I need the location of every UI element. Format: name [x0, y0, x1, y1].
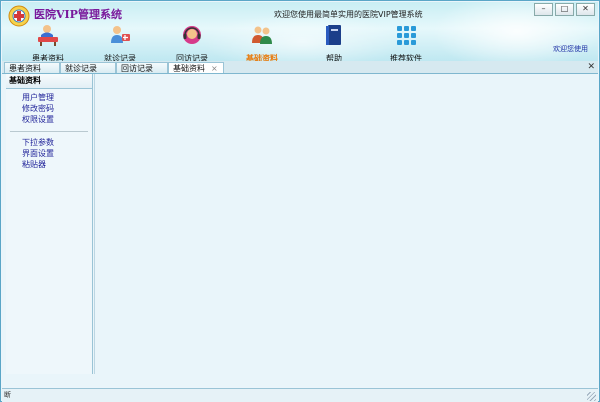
doctor-visit-icon: [111, 26, 130, 43]
tab-label: 患者资料: [9, 64, 41, 73]
content-area: 基础资料 用户管理 修改密码 权限设置 下拉参数 界面设置 粘贴器: [2, 74, 598, 387]
main-pane: [94, 74, 595, 374]
status-cell: 断: [4, 391, 11, 399]
nav-paster[interactable]: 粘贴器: [6, 159, 92, 170]
tab-label: 就诊记录: [65, 64, 97, 73]
toolbar-visit-button[interactable]: 就诊记录: [90, 23, 150, 61]
nav-dropdown-params[interactable]: 下拉参数: [6, 137, 92, 148]
minimize-button[interactable]: –: [534, 3, 553, 16]
toolbar-label: 回访记录: [176, 54, 208, 61]
headset-icon: [183, 26, 201, 44]
header-banner: 医院VIP管理系统 欢迎您使用最简单实用的医院VIP管理系统 – □ ✕ 患者资…: [2, 2, 598, 61]
toolbar-help-button[interactable]: 帮助: [304, 23, 364, 61]
panel-header: 基础资料: [6, 74, 92, 89]
app-window: 医院VIP管理系统 欢迎您使用最简单实用的医院VIP管理系统 – □ ✕ 患者资…: [0, 0, 600, 402]
toolbar-basic-button[interactable]: 基础资料: [232, 23, 292, 61]
welcome-text: 欢迎您使用最简单实用的医院VIP管理系统: [274, 10, 423, 19]
resize-grip-icon[interactable]: [587, 392, 596, 401]
nav-change-password[interactable]: 修改密码: [6, 103, 92, 114]
close-all-tabs-icon[interactable]: ✕: [587, 62, 595, 72]
toolbar-callback-button[interactable]: 回访记录: [162, 23, 222, 61]
close-button[interactable]: ✕: [576, 3, 595, 16]
left-nav-panel: 基础资料 用户管理 修改密码 权限设置 下拉参数 界面设置 粘贴器: [6, 74, 93, 374]
nav-ui-settings[interactable]: 界面设置: [6, 148, 92, 159]
help-book-icon: [326, 25, 341, 45]
tab-label: 回访记录: [121, 64, 153, 73]
toolbar-label: 患者资料: [32, 54, 64, 61]
toolbar-patient-button[interactable]: 患者资料: [18, 23, 78, 61]
toolbar-label: 就诊记录: [104, 54, 136, 61]
tab-label: 基础资料: [173, 64, 205, 73]
window-controls: – □ ✕: [534, 3, 595, 16]
patient-desk-icon: [38, 25, 58, 46]
apps-grid-icon: [397, 26, 416, 45]
nav-user-management[interactable]: 用户管理: [6, 92, 92, 103]
tab-basic[interactable]: 基础资料 ×: [168, 62, 224, 73]
toolbar-label: 基础资料: [246, 54, 278, 61]
app-title: 医院VIP管理系统: [34, 8, 122, 21]
tab-visit[interactable]: 就诊记录: [60, 62, 116, 73]
toolbar-label: 推荐软件: [390, 54, 422, 61]
user-greeting: 欢迎您使用: [553, 45, 588, 53]
nav-permissions[interactable]: 权限设置: [6, 114, 92, 125]
tab-close-icon[interactable]: ×: [211, 64, 218, 73]
tab-callback[interactable]: 回访记录: [116, 62, 168, 73]
nav-divider: [10, 131, 88, 132]
toolbar-recommend-button[interactable]: 推荐软件: [376, 23, 436, 61]
tab-strip: 患者资料 就诊记录 回访记录 基础资料 × ✕: [2, 61, 598, 74]
maximize-button[interactable]: □: [555, 3, 574, 16]
tab-patient[interactable]: 患者资料: [4, 62, 60, 73]
status-bar: 断: [2, 388, 598, 402]
toolbar-label: 帮助: [326, 54, 342, 61]
people-icon: [252, 26, 272, 44]
